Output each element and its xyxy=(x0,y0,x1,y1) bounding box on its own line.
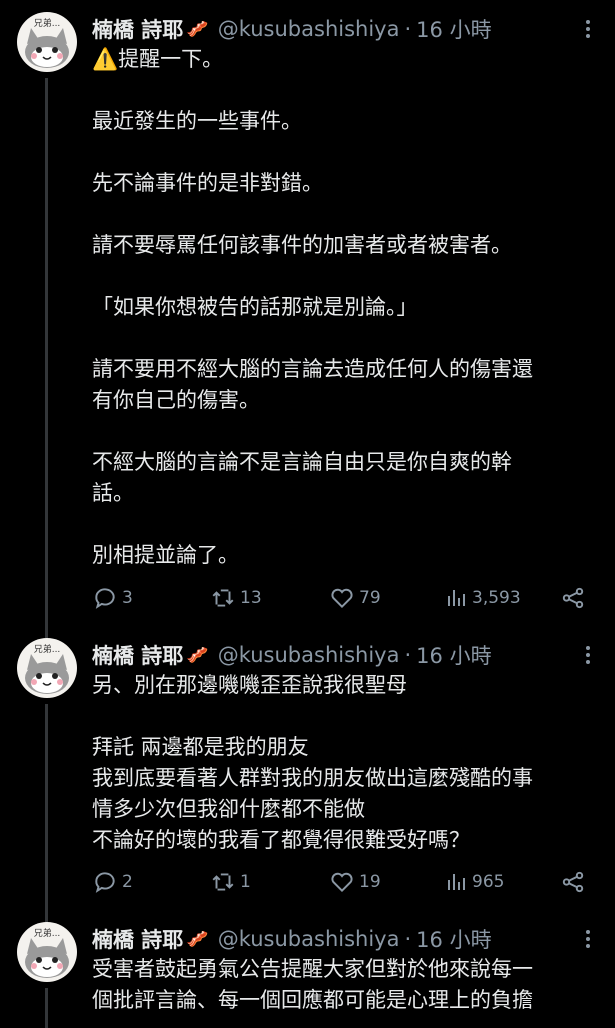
reply-count: 3 xyxy=(122,588,133,608)
tweet-line: 請不要辱罵任何該事件的加害者或者被害者。 xyxy=(92,233,512,257)
tweet-line: 請不要用不經大腦的言論去造成任何人的傷害還 xyxy=(92,357,533,381)
tweet-3[interactable]: 兄弟... 楠橋 詩耶 🥓 @kusubashishiya · 16 小時 受害… xyxy=(0,922,615,1028)
avatar-caption: 兄弟... xyxy=(34,927,61,939)
username[interactable]: @kusubashishiya xyxy=(218,927,400,951)
retweet-button[interactable]: 13 xyxy=(210,585,262,611)
display-name[interactable]: 楠橋 詩耶 xyxy=(92,924,183,954)
tweet-line: 「如果你想被告的話那就是別論。」 xyxy=(92,295,418,319)
bacon-emoji: 🥓 xyxy=(186,18,209,40)
tweet-line: 我到底要看著人群對我的朋友做出這麼殘酷的事 xyxy=(92,766,533,790)
tweet-line: 情多少次但我卻什麼都不能做 xyxy=(92,797,365,821)
view-count: 965 xyxy=(472,872,505,892)
retweet-icon xyxy=(212,589,234,607)
tweet-line xyxy=(92,137,602,168)
retweet-count: 1 xyxy=(240,872,251,892)
tweet-line: ⚠️提醒一下。 xyxy=(92,47,224,71)
thread-line xyxy=(45,78,48,638)
tweet-line xyxy=(92,701,602,732)
display-name[interactable]: 楠橋 詩耶 xyxy=(92,14,183,44)
reply-button[interactable]: 2 xyxy=(92,869,133,895)
tweet-line: 最近發生的一些事件。 xyxy=(92,109,302,133)
retweet-button[interactable]: 1 xyxy=(210,869,251,895)
tweet-header: 楠橋 詩耶 🥓 @kusubashishiya · 16 小時 xyxy=(92,12,492,46)
share-button[interactable] xyxy=(560,585,586,611)
tweet-line: 拜託 兩邊都是我的朋友 xyxy=(92,735,309,759)
views-icon xyxy=(448,874,465,890)
views-button[interactable]: 3,593 xyxy=(444,585,521,611)
tweet-line xyxy=(92,199,602,230)
tweet-text: 受害者鼓起勇氣公告提醒大家但對於他來說每一 個批評言論、每一個回應都可能是心理上… xyxy=(92,954,602,1016)
tweet-line: 受害者鼓起勇氣公告提醒大家但對於他來說每一 xyxy=(92,957,533,981)
more-icon[interactable] xyxy=(575,642,601,668)
tweet-line: 有你自己的傷害。 xyxy=(92,388,260,412)
tweet-line: 別相提並論了。 xyxy=(92,543,239,567)
tweet-line: 另、別在那邊嘰嘰歪歪說我很聖母 xyxy=(92,673,407,697)
more-icon[interactable] xyxy=(575,16,601,42)
reply-button[interactable]: 3 xyxy=(92,585,133,611)
timestamp[interactable]: 16 小時 xyxy=(416,924,491,954)
reply-count: 2 xyxy=(122,872,133,892)
avatar[interactable]: 兄弟... xyxy=(17,922,77,982)
share-button[interactable] xyxy=(560,869,586,895)
tweet-1[interactable]: 兄弟... 楠橋 詩耶 🥓 @kusubashishiya · 16 小時 ⚠️… xyxy=(0,12,615,638)
tweet-line: 先不論事件的是非對錯。 xyxy=(92,171,323,195)
display-name[interactable]: 楠橋 詩耶 xyxy=(92,640,183,670)
tweet-line xyxy=(92,75,602,106)
heart-icon xyxy=(331,588,353,609)
like-button[interactable]: 79 xyxy=(329,585,381,611)
separator-dot: · xyxy=(404,17,412,41)
retweet-icon xyxy=(212,873,234,891)
separator-dot: · xyxy=(404,643,412,667)
tweet-line: 不經大腦的言論不是言論自由只是你自爽的幹 xyxy=(92,450,512,474)
username[interactable]: @kusubashishiya xyxy=(218,643,400,667)
avatar-caption: 兄弟... xyxy=(34,17,61,29)
bacon-emoji: 🥓 xyxy=(186,928,209,950)
action-bar: 3 13 79 3,593 xyxy=(92,584,592,612)
share-icon xyxy=(562,587,584,609)
tweet-line xyxy=(92,416,602,447)
view-count: 3,593 xyxy=(472,588,521,608)
tweet-line: 不論好的壞的我看了都覺得很難受好嗎？ xyxy=(92,828,470,852)
bacon-emoji: 🥓 xyxy=(186,644,209,666)
timestamp[interactable]: 16 小時 xyxy=(416,14,491,44)
username[interactable]: @kusubashishiya xyxy=(218,17,400,41)
tweet-2[interactable]: 兄弟... 楠橋 詩耶 🥓 @kusubashishiya · 16 小時 另、… xyxy=(0,638,615,926)
share-icon xyxy=(562,871,584,893)
like-button[interactable]: 19 xyxy=(329,869,381,895)
tweet-text: 另、別在那邊嘰嘰歪歪說我很聖母 拜託 兩邊都是我的朋友 我到底要看著人群對我的朋… xyxy=(92,670,602,856)
warning-icon: ⚠️ xyxy=(92,47,119,71)
timestamp[interactable]: 16 小時 xyxy=(416,640,491,670)
tweet-line: 個批評言論、每一個回應都可能是心理上的負擔 xyxy=(92,988,533,1012)
views-button[interactable]: 965 xyxy=(444,869,504,895)
thread-line xyxy=(45,704,48,926)
tweet-line xyxy=(92,323,602,354)
tweet-text: ⚠️提醒一下。 最近發生的一些事件。 先不論事件的是非對錯。 請不要辱罵任何該事… xyxy=(92,44,602,571)
reply-icon xyxy=(95,872,115,893)
retweet-count: 13 xyxy=(240,588,262,608)
like-count: 79 xyxy=(359,588,381,608)
tweet-line xyxy=(92,261,602,292)
tweet-line xyxy=(92,509,602,540)
thread-line xyxy=(45,988,48,1028)
avatar[interactable]: 兄弟... xyxy=(17,638,77,698)
views-icon xyxy=(448,590,465,606)
heart-icon xyxy=(331,872,353,893)
action-bar: 2 1 19 965 xyxy=(92,868,592,896)
avatar[interactable]: 兄弟... xyxy=(17,12,77,72)
separator-dot: · xyxy=(404,927,412,951)
tweet-header: 楠橋 詩耶 🥓 @kusubashishiya · 16 小時 xyxy=(92,922,492,956)
avatar-caption: 兄弟... xyxy=(34,643,61,655)
more-icon[interactable] xyxy=(575,926,601,952)
like-count: 19 xyxy=(359,872,381,892)
tweet-line: 話。 xyxy=(92,481,134,505)
reply-icon xyxy=(95,588,115,609)
tweet-header: 楠橋 詩耶 🥓 @kusubashishiya · 16 小時 xyxy=(92,638,492,672)
